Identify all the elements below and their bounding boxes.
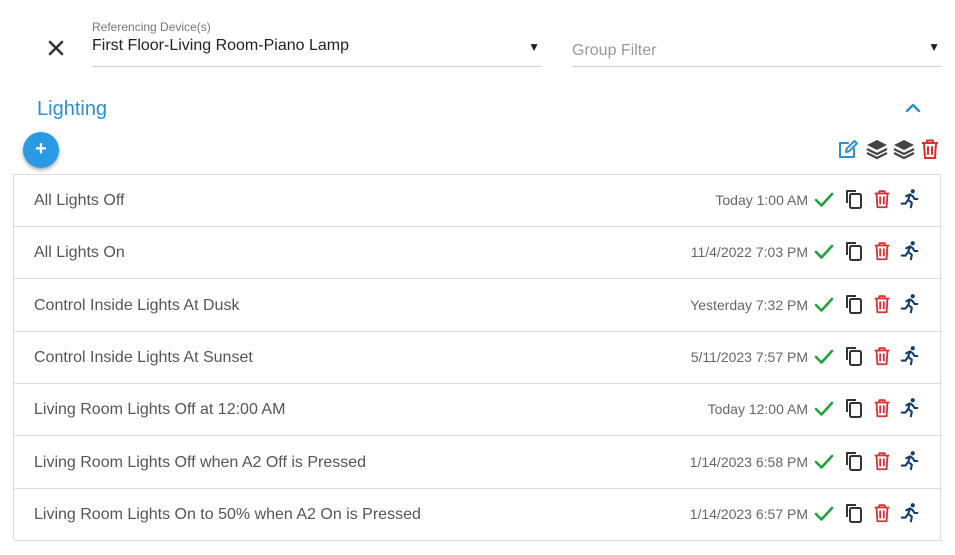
check-icon[interactable] [813, 188, 835, 210]
list-item-timestamp: 1/14/2023 6:57 PM [689, 505, 808, 522]
run-icon[interactable] [899, 293, 921, 315]
list-item[interactable]: Living Room Lights Off at 12:00 AM Today … [14, 384, 942, 437]
trash-icon[interactable] [871, 240, 893, 262]
trash-icon[interactable] [871, 397, 893, 419]
list-item-timestamp: Today 1:00 AM [715, 192, 808, 208]
list-item-name: Living Room Lights On to 50% when A2 On … [34, 505, 421, 523]
check-icon[interactable] [813, 397, 835, 419]
copy-icon[interactable] [843, 240, 865, 262]
add-button[interactable]: + [23, 132, 59, 168]
check-icon[interactable] [813, 240, 835, 262]
list-item[interactable]: Living Room Lights Off when A2 Off is Pr… [14, 437, 942, 489]
referencing-device-value: First Floor-Living Room-Piano Lamp [92, 37, 349, 54]
copy-icon[interactable] [843, 293, 865, 315]
check-icon[interactable] [813, 450, 835, 472]
list-item[interactable]: Control Inside Lights At Dusk Yesterday 7… [14, 280, 942, 332]
list-item[interactable]: All Lights On 11/4/2022 7:03 PM [14, 227, 942, 280]
dropdown-arrow-icon[interactable]: ▼ [528, 40, 540, 54]
run-icon[interactable] [899, 240, 921, 262]
list-item-timestamp: Yesterday 7:32 PM [690, 296, 808, 313]
list-item-name: Living Room Lights Off at 12:00 AM [34, 401, 286, 419]
run-icon[interactable] [899, 397, 921, 419]
list-item-timestamp: 11/4/2022 7:03 PM [690, 244, 808, 261]
close-icon[interactable] [45, 37, 67, 59]
group-filter-select[interactable]: Group Filter ▼ [572, 20, 942, 67]
run-icon[interactable] [899, 345, 921, 367]
layers-icon[interactable] [892, 137, 916, 161]
referencing-device-label: Referencing Device(s) [92, 20, 211, 34]
run-icon[interactable] [899, 188, 921, 210]
copy-icon[interactable] [843, 450, 865, 472]
check-icon[interactable] [813, 502, 835, 524]
trash-icon[interactable] [871, 188, 893, 210]
trash-icon[interactable] [918, 137, 942, 161]
list-item-timestamp: Today 12:00 AM [707, 401, 808, 418]
list-item-timestamp: 1/14/2023 6:58 PM [689, 453, 808, 470]
list-item-name: Control Inside Lights At Sunset [34, 348, 253, 366]
automation-list: All Lights Off Today 1:00 AM All Lights On… [13, 174, 942, 541]
list-item-name: Living Room Lights Off when A2 Off is Pr… [34, 453, 367, 471]
trash-icon[interactable] [871, 345, 893, 367]
list-item-name: All Lights On [34, 244, 125, 262]
list-item[interactable]: Living Room Lights On to 50% when A2 On … [14, 489, 942, 541]
copy-icon[interactable] [843, 188, 865, 210]
run-icon[interactable] [899, 502, 921, 524]
section-title: Lighting [37, 98, 108, 120]
list-item[interactable]: All Lights Off Today 1:00 AM [14, 175, 942, 227]
copy-icon[interactable] [843, 502, 865, 524]
trash-icon[interactable] [871, 450, 893, 472]
layers-icon[interactable] [865, 137, 889, 161]
chevron-up-icon[interactable] [902, 98, 924, 118]
dropdown-arrow-icon[interactable]: ▼ [928, 40, 940, 54]
copy-icon[interactable] [843, 397, 865, 419]
group-filter-placeholder: Group Filter [572, 42, 657, 59]
referencing-device-select[interactable]: Referencing Device(s) First Floor-Living… [92, 20, 542, 67]
edit-icon[interactable] [836, 137, 860, 161]
list-item-timestamp: 5/11/2023 7:57 PM [690, 348, 808, 365]
copy-icon[interactable] [843, 345, 865, 367]
run-icon[interactable] [899, 450, 921, 472]
check-icon[interactable] [813, 345, 835, 367]
trash-icon[interactable] [871, 502, 893, 524]
list-item[interactable]: Control Inside Lights At Sunset 5/11/2023… [14, 332, 942, 384]
list-item-name: Control Inside Lights At Dusk [34, 296, 240, 314]
check-icon[interactable] [813, 293, 835, 315]
trash-icon[interactable] [871, 293, 893, 315]
list-item-name: All Lights Off [34, 192, 125, 209]
